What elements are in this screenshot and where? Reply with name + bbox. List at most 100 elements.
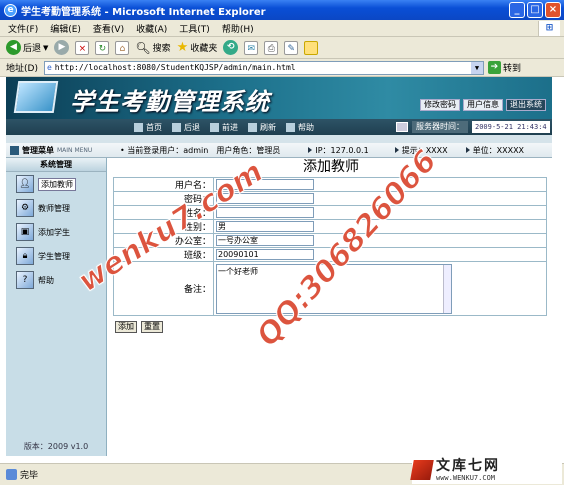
sidebar-item-add-teacher[interactable]: 👤︎ 添加教师 — [6, 172, 106, 196]
stop-icon[interactable]: × — [75, 40, 90, 55]
remark-textarea[interactable]: 一个好老师 — [216, 263, 452, 314]
class-field[interactable]: 20090101 — [216, 249, 314, 260]
back-arrow-icon: ◀ — [6, 40, 21, 55]
field-label: 性别： — [113, 219, 214, 234]
search-icon: 🔍︎ — [135, 40, 151, 55]
office-field[interactable]: 一号办公室 — [216, 235, 314, 246]
hint-info: 提示：XXXX — [394, 145, 448, 156]
home-icon — [134, 122, 143, 132]
browser-toolbar: ◀ 后退 ▼ ▶ × ↻ ⌂ 🔍︎ 搜索 ★ 收藏夹 ⟲ ✉ ⎙ ✎ — [0, 37, 564, 59]
nav-refresh-label: 刷新 — [260, 122, 276, 132]
sidebar-item-manage-teachers[interactable]: ⚙ 教师管理 — [6, 196, 106, 220]
close-button[interactable]: × — [545, 2, 561, 18]
username-field[interactable] — [216, 179, 314, 190]
sidebar-item-help[interactable]: ? 帮助 — [6, 268, 106, 292]
field-cell: 一个好老师 — [213, 261, 547, 316]
gender-field[interactable]: 男 — [216, 221, 314, 232]
history-icon[interactable]: ⟲ — [223, 40, 239, 55]
main-content: 添加教师 用户名： 密码： 姓名： 性别： 男 办公室： 一号办公室 班级： 2… — [113, 158, 549, 456]
menu-view[interactable]: 查看(V) — [93, 22, 124, 35]
nav-refresh[interactable]: 刷新 — [248, 122, 276, 133]
maximize-button[interactable]: □ — [527, 2, 543, 18]
menu-edit[interactable]: 编辑(E) — [50, 22, 81, 35]
minimize-button[interactable]: _ — [509, 2, 525, 18]
teacher-form: 用户名： 密码： 姓名： 性别： 男 办公室： 一号办公室 班级： 200901… — [113, 177, 547, 316]
menu-file[interactable]: 文件(F) — [8, 22, 38, 35]
banner-buttons: 修改密码 用户信息 退出系统 — [420, 99, 546, 111]
change-password-button[interactable]: 修改密码 — [420, 99, 460, 111]
mail-icon[interactable]: ✉ — [244, 40, 259, 55]
field-label: 密码： — [113, 191, 214, 206]
name-field[interactable] — [216, 207, 314, 218]
page-icon: e — [46, 62, 52, 72]
textarea-scrollbar[interactable] — [443, 264, 451, 313]
nav-help-label: 帮助 — [298, 122, 314, 132]
sidebar-item-manage-students[interactable]: 🔒︎ 学生管理 — [6, 244, 106, 268]
address-bar: 地址(D) e http://localhost:8080/StudentKQJ… — [0, 59, 564, 77]
reset-button[interactable]: 重置 — [141, 321, 163, 333]
menu-header-label: 管理菜单 — [22, 145, 54, 155]
sidebar-item-label: 添加学生 — [38, 227, 70, 237]
password-field[interactable] — [216, 193, 314, 204]
address-input[interactable]: e http://localhost:8080/StudentKQJSP/adm… — [43, 60, 484, 75]
menu-tools[interactable]: 工具(T) — [179, 22, 210, 35]
server-icon — [396, 122, 408, 132]
server-time-label: 服务器时间： — [412, 121, 468, 133]
submit-button[interactable]: 添加 — [115, 321, 137, 333]
menu-header: 管理菜单 MAIN MENU — [6, 145, 106, 156]
chevron-down-icon[interactable]: ▼ — [43, 44, 48, 52]
address-label: 地址(D) — [6, 64, 38, 74]
favorites-button[interactable]: ★ 收藏夹 — [177, 40, 218, 55]
logo-url: www.WENKU7.COM — [436, 473, 496, 482]
menu-bar: 文件(F) 编辑(E) 查看(V) 收藏(A) 工具(T) 帮助(H) ⊞ — [0, 20, 564, 37]
search-button[interactable]: 🔍︎ 搜索 — [135, 41, 170, 55]
nav-forward[interactable]: 前进 — [210, 122, 238, 133]
address-url: http://localhost:8080/StudentKQJSP/admin… — [54, 62, 296, 72]
logo-mark-icon — [410, 460, 434, 480]
form-row: 班级： 20090101 — [113, 247, 547, 262]
search-label: 搜索 — [152, 44, 171, 54]
settings-icon: ⚙ — [16, 199, 34, 217]
refresh-icon[interactable]: ↻ — [95, 40, 110, 55]
nav-back[interactable]: 后退 — [172, 122, 200, 133]
window-controls: _ □ × — [509, 2, 561, 18]
print-icon[interactable]: ⎙ — [264, 40, 279, 55]
page-done-icon — [6, 469, 17, 480]
field-cell — [213, 205, 547, 220]
sidebar-item-label: 帮助 — [38, 275, 54, 285]
spacer — [6, 135, 552, 143]
sidebar-item-add-student[interactable]: ▣ 添加学生 — [6, 220, 106, 244]
favorites-label: 收藏夹 — [190, 44, 218, 54]
chevron-down-icon[interactable]: ▼ — [470, 61, 483, 74]
status-text: 完毕 — [20, 471, 39, 481]
user-info-button[interactable]: 用户信息 — [463, 99, 503, 111]
window-title: 学生考勤管理系统 - Microsoft Internet Explorer — [21, 6, 266, 18]
nav-help[interactable]: 帮助 — [286, 122, 314, 133]
home-icon[interactable]: ⌂ — [115, 40, 130, 55]
field-label: 用户名： — [113, 177, 214, 192]
menu-header-en: MAIN MENU — [57, 146, 93, 154]
menu-help[interactable]: 帮助(H) — [222, 22, 254, 35]
form-row: 用户名： — [113, 177, 547, 192]
user-role: 用户角色：管理员 — [216, 145, 281, 155]
go-button[interactable]: ➔ 转到 — [487, 61, 521, 74]
forward-arrow-icon[interactable]: ▶ — [54, 40, 70, 55]
nav-home[interactable]: 首页 — [134, 122, 162, 133]
unit-info: 单位：XXXXX — [465, 145, 524, 156]
form-row: 密码： — [113, 191, 547, 206]
nav-home-label: 首页 — [146, 122, 162, 132]
windows-logo-icon: ⊞ — [538, 21, 560, 36]
help-icon: ? — [16, 271, 34, 289]
app-banner: 学生考勤管理系统 修改密码 用户信息 退出系统 — [6, 77, 552, 119]
menu-icon — [10, 145, 19, 155]
form-row: 姓名： — [113, 205, 547, 220]
star-icon: ★ — [176, 40, 189, 55]
menu-favorites[interactable]: 收藏(A) — [136, 22, 167, 35]
nav-strip: 首页 后退 前进 刷新 帮助 服务器时间： 2009-5-21 21:43:4 — [6, 119, 552, 135]
messenger-icon[interactable] — [304, 40, 319, 55]
help-icon — [286, 122, 295, 132]
edit-icon[interactable]: ✎ — [284, 40, 299, 55]
session-info: • 当前登录用户：admin 用户角色：管理员 IP：127.0.0.1 提示：… — [120, 145, 524, 156]
logout-button[interactable]: 退出系统 — [506, 99, 546, 111]
back-button[interactable]: ◀ 后退 ▼ — [6, 40, 48, 55]
